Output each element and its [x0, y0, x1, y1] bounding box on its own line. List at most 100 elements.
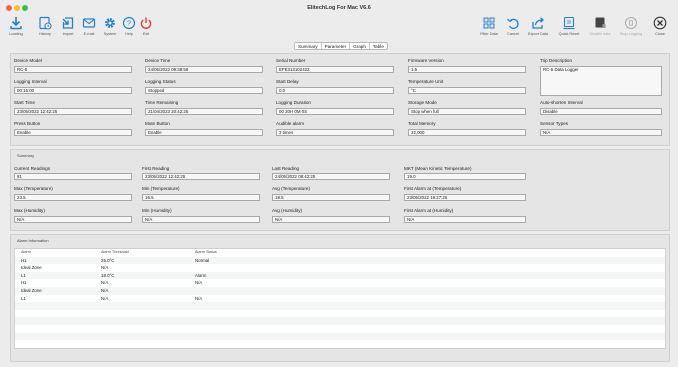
logging-status-field: Stopped: [145, 87, 263, 94]
threshold-cell: N/A: [101, 280, 109, 286]
history-icon: [39, 16, 52, 30]
auto-shorten-label: Auto-shorten Interval: [540, 100, 583, 105]
alarm-cell: Ideal Zone: [21, 265, 42, 271]
table-row[interactable]: Ideal Zone N/A: [15, 264, 665, 272]
mute-button-field: Enable: [145, 129, 263, 136]
stop-logging-button: Stop Logging: [619, 14, 643, 40]
column-header-status[interactable]: Alarm Status: [195, 249, 295, 257]
avg-humidity-label: Avg (Humidity): [272, 208, 303, 213]
max-humidity-field: N/A: [14, 216, 132, 223]
stop-icon: [625, 17, 637, 29]
first-reading-field: 23/05/2022 12:42:25: [142, 173, 260, 180]
table-row[interactable]: H1 N/A N/A: [15, 279, 665, 287]
alarm-cell: [15, 325, 101, 333]
table-row[interactable]: H1 25.0°C Normal: [15, 256, 665, 265]
alarm-cell: [15, 333, 101, 341]
start-time-field: 23/05/2022 12:42:25: [14, 108, 132, 115]
current-readings-field: 81: [14, 173, 132, 180]
total-memory-field: 32,000: [408, 129, 526, 136]
window-title: ElitechLog For Mac V6.6: [307, 5, 371, 11]
trip-description-label: Trip Description: [540, 58, 572, 63]
time-remaining-label: Time Remaining: [145, 100, 179, 105]
grid-icon: [483, 17, 495, 29]
sensor-types-field: N/A: [540, 129, 662, 136]
stop-logging-label: Stop Logging: [619, 32, 643, 36]
threshold-cell: N/A: [101, 265, 109, 271]
toolbar: Loading History Import E-mail System ? H…: [0, 14, 678, 40]
first-alarm-humidity-field: N/A: [404, 216, 526, 223]
status-cell: N/A: [195, 295, 203, 301]
table-row: [15, 340, 665, 348]
table-row[interactable]: Ideal Zone N/A: [15, 286, 665, 295]
first-alarm-humidity-label: First Alarm at (Humidity): [404, 208, 454, 213]
min-humidity-field: N/A: [142, 216, 260, 223]
table-row: [15, 332, 665, 341]
quick-reset-button[interactable]: Quick Reset: [557, 14, 581, 40]
cancel-label: Cancel: [507, 32, 519, 36]
firmware-version-field: 1.5: [408, 66, 526, 73]
threshold-cell: N/A: [101, 295, 109, 301]
export-icon: [532, 17, 544, 29]
threshold-cell: N/A: [101, 287, 109, 293]
app-window: ElitechLog For Mac V6.6 Loading History …: [0, 0, 678, 367]
alarm-cell: L1: [21, 295, 26, 301]
history-label: History: [39, 32, 51, 36]
alarm-cell: [15, 317, 101, 325]
status-cell: [195, 287, 295, 295]
quick-reset-label: Quick Reset: [558, 32, 580, 36]
firmware-version-label: Firmware Version: [408, 58, 444, 63]
mute-button-label: Mute Button: [145, 121, 170, 126]
threshold-cell: 25.0°C: [101, 257, 115, 263]
import-icon: [62, 17, 74, 29]
disable-data-button: Disable data: [588, 14, 612, 40]
export-data-button[interactable]: Export Data: [526, 14, 550, 40]
table-row[interactable]: L1 18.0°C Alarm: [15, 271, 665, 280]
status-cell: [195, 264, 295, 272]
tab-table[interactable]: Table: [370, 43, 387, 49]
alarm-cell: [15, 310, 101, 318]
alarm-cell: Ideal Zone: [21, 287, 42, 293]
device-time-field: 24/05/2022 09:38:58: [145, 66, 263, 73]
tab-parameter[interactable]: Parameter: [322, 43, 351, 49]
undo-icon: [507, 18, 519, 29]
tab-summary[interactable]: Summary: [295, 43, 322, 49]
serial-number-label: Serial Number: [276, 58, 306, 63]
power-icon: [140, 17, 152, 29]
first-alarm-temperature-label: First Alarm at (Temperature): [404, 186, 462, 191]
table-row: [15, 302, 665, 310]
start-time-label: Start Time: [14, 100, 35, 105]
total-memory-label: Total Memory: [408, 121, 436, 126]
min-temperature-field: 16.5: [142, 194, 260, 201]
export-data-label: Export Data: [527, 32, 549, 36]
tab-graph[interactable]: Graph: [350, 43, 370, 49]
time-remaining-field: 21/04/2023 20:42:25: [145, 108, 263, 115]
mkt-label: MKT (Mean Kinetic Temperature): [404, 166, 472, 171]
column-header-threshold[interactable]: Alarm Threshold: [101, 249, 195, 257]
first-reading-label: First Reading: [142, 166, 170, 171]
table-row[interactable]: L1 N/A N/A: [15, 295, 665, 303]
filter-data-button[interactable]: Filter Data: [477, 14, 501, 40]
device-model-field: RC-5: [14, 66, 132, 73]
last-reading-label: Last Reading: [272, 166, 300, 171]
cancel-button[interactable]: Cancel: [501, 14, 525, 40]
press-button-field: Enable: [14, 129, 132, 136]
logging-duration-field: 00 20H 0M 0S: [276, 108, 394, 115]
column-header-alarm[interactable]: Alarm: [15, 249, 101, 257]
loading-label: Loading: [9, 32, 23, 36]
min-temperature-label: Min (Temperature): [142, 186, 180, 191]
trip-description-field: RC-5 Data Logger: [540, 66, 662, 96]
audible-alarm-field: 3 times: [276, 129, 394, 136]
history-button[interactable]: History: [33, 14, 57, 40]
alarm-cell: [15, 340, 101, 348]
loading-button[interactable]: Loading: [4, 14, 28, 40]
max-humidity-label: Max (Humidity): [14, 208, 45, 213]
close-button[interactable]: Close: [648, 14, 672, 40]
view-tabs: Summary Parameter Graph Table: [294, 42, 388, 50]
table-row: [15, 310, 665, 318]
reset-icon: [563, 16, 575, 30]
gear-icon: [105, 18, 115, 28]
start-delay-field: 0.0: [276, 87, 394, 94]
exit-button[interactable]: Exit: [134, 14, 158, 40]
current-readings-label: Current Readings: [14, 166, 51, 171]
square-icon: [595, 17, 606, 28]
